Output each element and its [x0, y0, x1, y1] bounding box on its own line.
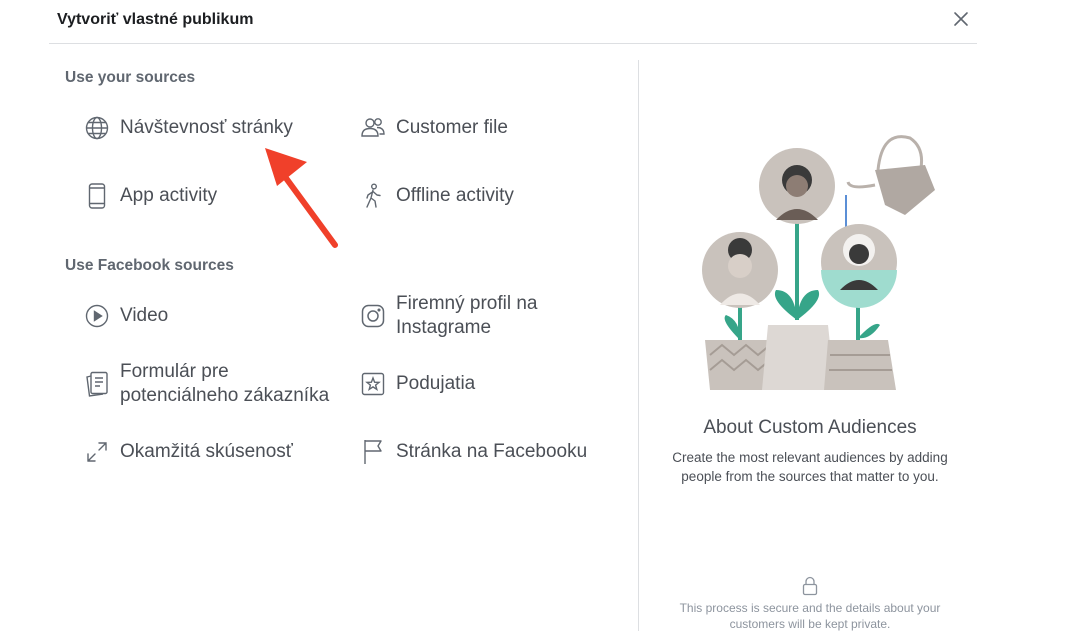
flag-icon [360, 439, 386, 465]
option-offline-activity[interactable]: Offline activity [360, 183, 514, 209]
lock-icon [802, 576, 818, 596]
custom-audiences-illustration [702, 135, 935, 390]
option-label: Okamžitá skúsenosť [120, 441, 293, 462]
instagram-icon [360, 303, 386, 329]
option-label: Offline activity [396, 185, 514, 206]
option-label: Formulár pre potenciálneho zákazníka [120, 361, 330, 406]
play-icon [84, 303, 110, 329]
secure-note: This process is secure and the details a… [679, 601, 941, 631]
option-instant-experience[interactable]: Okamžitá skúsenosť [84, 439, 293, 465]
option-lead-form[interactable]: Formulár pre potenciálneho zákazníka [84, 360, 346, 408]
dialog-header: Vytvoriť vlastné publikum [49, 0, 977, 44]
globe-icon [84, 115, 110, 141]
watering-can-icon [846, 135, 935, 215]
annotation-arrow [265, 148, 338, 248]
option-events[interactable]: Podujatia [360, 371, 475, 397]
option-app-activity[interactable]: App activity [84, 183, 217, 209]
option-label: Firemný profil na Instagrame [396, 293, 538, 338]
option-label: App activity [120, 185, 218, 206]
walking-person-icon [360, 183, 386, 209]
close-icon[interactable] [953, 11, 969, 27]
option-facebook-page[interactable]: Stránka na Facebooku [360, 439, 587, 465]
about-description: Create the most relevant audiences by ad… [672, 450, 948, 484]
about-title: About Custom Audiences [703, 417, 917, 438]
option-label: Video [120, 305, 169, 326]
create-custom-audience-dialog: Vytvoriť vlastné publikum Use your sourc… [0, 0, 1068, 631]
option-label: Podujatia [396, 373, 476, 394]
expand-icon [84, 439, 110, 465]
people-icon [360, 115, 386, 141]
section-label-your-sources: Use your sources [65, 69, 196, 86]
phone-icon [84, 183, 110, 209]
option-label: Stránka na Facebooku [396, 441, 588, 462]
dialog-title: Vytvoriť vlastné publikum [57, 11, 254, 28]
option-customer-file[interactable]: Customer file [360, 115, 508, 141]
form-icon [84, 371, 110, 397]
vertical-divider [638, 60, 639, 631]
option-video[interactable]: Video [84, 303, 168, 329]
option-website-traffic[interactable]: Návštevnosť stránky [84, 115, 293, 141]
option-label: Návštevnosť stránky [120, 117, 293, 138]
option-instagram-profile[interactable]: Firemný profil na Instagrame [360, 292, 570, 340]
section-label-facebook-sources: Use Facebook sources [65, 257, 234, 274]
option-label: Customer file [396, 117, 508, 138]
star-calendar-icon [360, 371, 386, 397]
